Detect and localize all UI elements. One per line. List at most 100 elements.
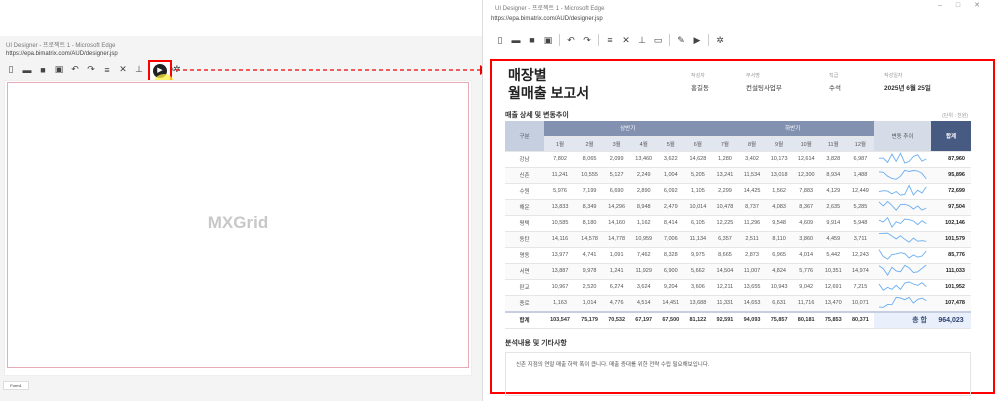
month-value: 12,211 xyxy=(711,279,739,296)
table-row: 강남 7,802 8,065 2,099 13,460 3,622 14,628 1,280 3… xyxy=(505,151,971,168)
row-total: 95,896 xyxy=(931,167,971,184)
header-month: 5월 xyxy=(657,136,685,152)
open-folder-icon[interactable]: ▬ xyxy=(511,35,521,45)
month-value: 10,071 xyxy=(846,295,874,312)
month-value: 12,243 xyxy=(846,247,874,264)
month-value: 13,018 xyxy=(765,167,793,184)
month-value: 14,116 xyxy=(544,231,577,248)
sum-value: 81,122 xyxy=(684,310,712,329)
hierarchy-icon[interactable]: ⊥ xyxy=(134,64,144,75)
save-icon[interactable]: ■ xyxy=(38,65,48,75)
window-controls[interactable]: –□✕ xyxy=(938,1,994,9)
sum-value: 80,181 xyxy=(792,310,820,329)
month-value: 5,948 xyxy=(846,215,874,232)
canvas-label: MXGrid xyxy=(207,213,269,232)
new-file-icon[interactable]: ▯ xyxy=(495,35,505,46)
month-value: 10,478 xyxy=(711,199,739,216)
grand-total: 964,023 xyxy=(931,310,971,329)
header-second-half: 하반기 xyxy=(711,121,874,137)
month-value: 11,331 xyxy=(711,295,739,312)
table-row: 수원 5,976 7,199 6,690 2,890 6,092 1,105 2,299 14,… xyxy=(505,183,971,200)
store-name: 신촌 xyxy=(505,167,544,184)
gear-icon[interactable]: ✲ xyxy=(715,35,725,46)
undo-icon[interactable]: ↶ xyxy=(566,35,576,46)
play-icon[interactable]: ▶ xyxy=(692,35,702,46)
row-total: 107,478 xyxy=(931,295,971,312)
meta-label: 부서명 xyxy=(746,73,760,79)
sales-grid: 구분 상반기 하반기 변동 추이 합계 1월 2월 3월 4월 5월 6월 7월 8월 9월 10… xyxy=(505,121,971,329)
header-month: 7월 xyxy=(711,136,739,152)
undo-icon[interactable]: ↶ xyxy=(70,64,80,75)
month-value: 8,737 xyxy=(738,199,766,216)
design-canvas[interactable]: MXGrid xyxy=(4,80,472,376)
month-value: 3,828 xyxy=(819,151,847,168)
month-value: 4,609 xyxy=(792,215,820,232)
database-icon[interactable]: ≡ xyxy=(605,35,615,45)
connector-arrow xyxy=(176,65,488,75)
month-value: 7,883 xyxy=(792,183,820,200)
month-value: 11,296 xyxy=(738,215,766,232)
store-name: 강남 xyxy=(505,151,544,168)
month-value: 13,460 xyxy=(630,151,658,168)
sparkline-line xyxy=(878,232,926,243)
address-bar[interactable]: https://epa.bimatrix.com/AUD/designer.js… xyxy=(491,16,603,22)
store-name: 평택 xyxy=(505,215,544,232)
header-month: 4월 xyxy=(630,136,658,152)
month-value: 14,451 xyxy=(657,295,685,312)
month-value: 12,614 xyxy=(792,151,820,168)
month-value: 10,351 xyxy=(819,263,847,280)
sparkline-line xyxy=(878,264,927,276)
month-value: 14,578 xyxy=(576,231,604,248)
tools-icon[interactable]: ✕ xyxy=(118,64,128,75)
save-icon[interactable]: ■ xyxy=(527,35,537,45)
month-value: 5,976 xyxy=(544,183,577,200)
save-all-icon[interactable]: ▣ xyxy=(54,64,64,75)
sum-value: 70,532 xyxy=(603,310,631,329)
redo-icon[interactable]: ↷ xyxy=(582,35,592,46)
month-value: 2,511 xyxy=(738,231,766,248)
save-all-icon[interactable]: ▣ xyxy=(543,35,553,46)
table-row: 종로 1,163 1,014 4,776 4,514 14,451 13,688 11,331… xyxy=(505,295,971,312)
store-name: 수원 xyxy=(505,183,544,200)
month-value: 1,488 xyxy=(846,167,874,184)
analysis-textarea[interactable]: 신촌 지점의 연말 매출 하락 폭이 큽니다. 매출 증대를 위한 전략 수립 … xyxy=(505,352,971,396)
table-row: 서면 13,887 9,978 1,241 11,929 6,900 5,662 14,504… xyxy=(505,263,971,280)
month-value: 7,006 xyxy=(657,231,685,248)
trend-cell xyxy=(874,247,931,264)
redo-icon[interactable]: ↷ xyxy=(86,64,96,75)
tab-form1[interactable]: Form1 xyxy=(3,381,29,390)
edit-icon[interactable]: ✎ xyxy=(676,35,686,46)
header-category: 구분 xyxy=(505,121,544,152)
meta-field: 부서명 컨설팅사업부 xyxy=(746,72,782,92)
row-total: 72,699 xyxy=(931,183,971,200)
month-value: 6,987 xyxy=(846,151,874,168)
header-trend: 변동 추이 xyxy=(874,121,931,152)
store-name: 명동 xyxy=(505,247,544,264)
month-value: 2,635 xyxy=(819,199,847,216)
month-value: 7,462 xyxy=(630,247,658,264)
row-total: 85,776 xyxy=(931,247,971,264)
hierarchy-icon[interactable]: ⊥ xyxy=(637,35,647,46)
month-value: 5,662 xyxy=(684,263,712,280)
month-value: 9,204 xyxy=(657,279,685,296)
new-file-icon[interactable]: ▯ xyxy=(6,64,16,75)
window-title: UI Designer - 프로젝트 1 - Microsoft Edge xyxy=(6,43,116,49)
header-total: 합계 xyxy=(931,121,971,152)
open-folder-icon[interactable]: ▬ xyxy=(22,65,32,75)
header-month: 9월 xyxy=(765,136,793,152)
left-browser-window: UI Designer - 프로젝트 1 - Microsoft Edge ht… xyxy=(0,36,482,401)
month-value: 6,092 xyxy=(657,183,685,200)
trend-cell xyxy=(874,295,931,312)
sum-value: 103,547 xyxy=(544,310,577,329)
sparkline-line xyxy=(878,281,927,291)
month-value: 13,241 xyxy=(711,167,739,184)
tools-icon[interactable]: ✕ xyxy=(621,35,631,46)
code-window-icon[interactable]: ▭ xyxy=(653,35,663,46)
month-value: 9,914 xyxy=(819,215,847,232)
address-bar[interactable]: https://epa.bimatrix.com/AUD/designer.js… xyxy=(6,51,118,57)
database-icon[interactable]: ≡ xyxy=(102,65,112,75)
mxgrid-component[interactable]: MXGrid xyxy=(7,82,469,368)
sparkline-line xyxy=(878,169,927,180)
month-value: 9,548 xyxy=(765,215,793,232)
sum-value: 75,857 xyxy=(765,310,793,329)
